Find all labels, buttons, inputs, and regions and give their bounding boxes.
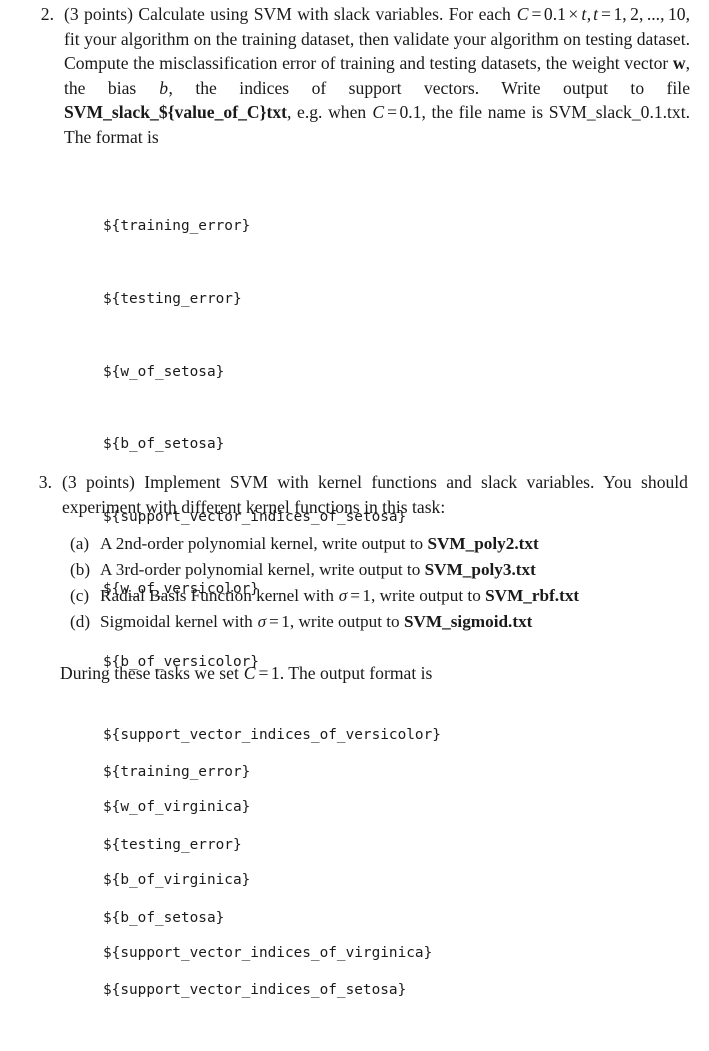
sub-item-a-text: A 2nd-order polynomial kernel, write out…: [100, 534, 428, 553]
item2-math-2: C = 0.1: [372, 102, 422, 123]
item3-closing-math: C = 1: [243, 663, 280, 683]
list-item-3-marker: 3.: [38, 472, 52, 492]
sub-item-d-text-middle: , write output to: [289, 612, 404, 631]
code-line: ${b_of_setosa}: [103, 909, 225, 926]
item2-text-part-1: Calculate using SVM with slack variables…: [138, 4, 517, 24]
sub-item-d: (d) Sigmoidal kernel with σ = 1, write outp…: [70, 610, 532, 634]
sub-item-a-marker: (a): [70, 534, 90, 553]
code-line: ${training_error}: [103, 218, 251, 235]
list-item-2-marker: 2.: [40, 4, 54, 24]
list-item-2: 2. (3 points) Calculate using SVM with s…: [30, 2, 690, 150]
points-label-2: (3 points): [64, 4, 133, 24]
sub-item-c-text-middle: , write output to: [371, 586, 486, 605]
code-line: ${w_of_setosa}: [103, 363, 225, 380]
item3-space: [135, 472, 144, 492]
item3-closing-sentence: During these tasks we set C = 1. The outpu…: [60, 661, 680, 686]
document-page: 2. (3 points) Calculate using SVM with s…: [0, 0, 709, 998]
code-line: ${training_error}: [103, 764, 251, 781]
list-item-3: 3. (3 points) Implement SVM with kernel …: [28, 470, 688, 519]
points-label-3: (3 points): [62, 472, 135, 492]
item3-text: Implement SVM with kernel functions and …: [62, 472, 688, 517]
sub-item-d-marker: (d): [70, 612, 91, 631]
sub-item-d-math: σ = 1: [257, 612, 290, 631]
item2-math-1: C = 0.1 × t, t = 1, 2, ..., 10: [516, 4, 686, 24]
code-line: ${testing_error}: [103, 291, 242, 308]
sub-item-a-filename: SVM_poly2.txt: [427, 534, 539, 553]
sub-item-c-text: Radial Basis Function kernel with: [100, 586, 339, 605]
sub-item-b-text: A 3rd-order polynomial kernel, write out…: [100, 560, 425, 579]
list-item-3-body: (3 points) Implement SVM with kernel fun…: [62, 470, 688, 519]
item2-output-filename: SVM_slack_${value_of_C}txt: [64, 102, 288, 123]
item2-bold-w: w: [672, 53, 686, 74]
sub-item-d-text: Sigmoidal kernel with: [100, 612, 258, 631]
list-item-2-body: (3 points) Calculate using SVM with slac…: [64, 2, 690, 150]
sub-item-b-marker: (b): [70, 560, 91, 579]
sub-item-c-math: σ = 1: [338, 586, 371, 605]
code-line: ${support_vector_indices_of_setosa}: [103, 982, 407, 999]
sub-item-b: (b) A 3rd-order polynomial kernel, write …: [70, 558, 536, 582]
code-line: ${b_of_setosa}: [103, 436, 225, 453]
code-line: ${testing_error}: [103, 837, 242, 854]
sub-item-c-marker: (c): [70, 586, 90, 605]
sub-item-c-filename: SVM_rbf.txt: [485, 586, 580, 605]
item2-text-part-4: , the indices of support vectors. Write …: [168, 77, 691, 98]
item3-closing-after: . The output format is: [279, 663, 433, 683]
item2-text-part-5: , e.g. when: [287, 102, 372, 123]
sub-item-c: (c) Radial Basis Function kernel with σ = 1…: [70, 584, 579, 608]
item3-closing-before: During these tasks we set: [60, 663, 244, 683]
sub-item-b-filename: SVM_poly3.txt: [424, 560, 536, 579]
code-block-item-3: ${training_error} ${testing_error} ${b_o…: [103, 712, 406, 1051]
sub-item-d-filename: SVM_sigmoid.txt: [403, 612, 533, 631]
sub-item-a: (a) A 2nd-order polynomial kernel, write …: [70, 532, 539, 556]
item2-italic-b: b: [159, 77, 169, 98]
